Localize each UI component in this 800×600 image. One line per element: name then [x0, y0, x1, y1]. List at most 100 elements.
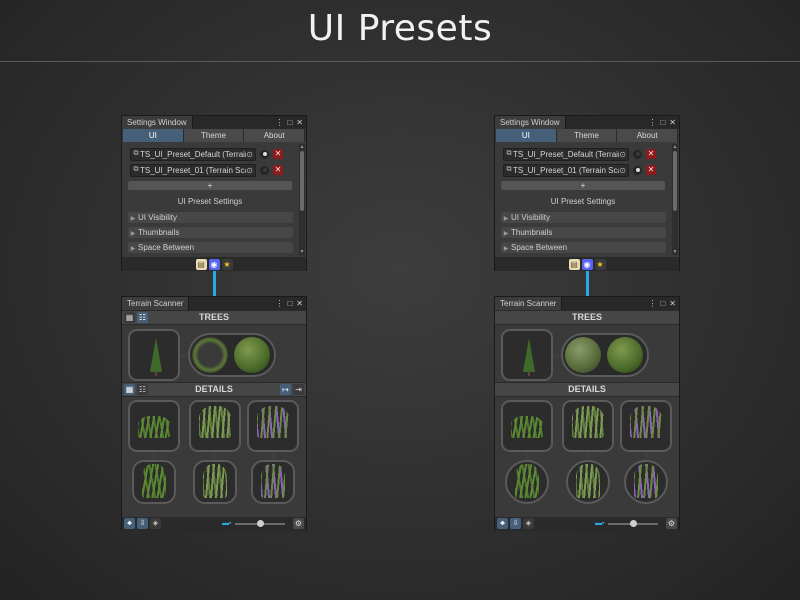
thumbnail-size-icon: ▬▪ — [595, 520, 605, 527]
foldout-thumbnails[interactable]: ▶ Thumbnails — [501, 227, 666, 238]
maximize-icon[interactable]: □ — [287, 118, 292, 127]
tree-thumbnail-bush-group[interactable] — [561, 333, 649, 377]
document-icon[interactable]: ▤ — [195, 258, 207, 270]
delete-preset-button[interactable]: ✕ — [273, 165, 283, 175]
document-icon[interactable]: ▤ — [568, 258, 580, 270]
maximize-icon[interactable]: □ — [287, 299, 292, 308]
detail-thumbnail-grass-short[interactable] — [501, 400, 553, 452]
foldout-ui-visibility[interactable]: ▶ UI Visibility — [501, 212, 666, 223]
tab-about[interactable]: About — [617, 129, 679, 142]
gear-icon[interactable]: ⚙ — [293, 518, 304, 529]
close-icon[interactable]: ✕ — [669, 299, 676, 308]
tree-mode-icon[interactable]: ♣ — [124, 518, 135, 529]
title-divider — [0, 61, 800, 62]
detail-variant-grass-tall[interactable] — [566, 460, 610, 504]
detail-thumbnail-lavender[interactable] — [247, 400, 299, 452]
paint-mode-icon[interactable]: ⇩ — [137, 518, 148, 529]
paint-mode-icon[interactable]: ⇩ — [510, 518, 521, 529]
detail-variant-lavender[interactable] — [251, 460, 295, 504]
foldout-thumbnails[interactable]: ▶ Thumbnails — [128, 227, 293, 238]
object-picker-icon[interactable]: ⊙ — [619, 166, 626, 175]
slider-knob[interactable] — [630, 520, 637, 527]
tab-ui[interactable]: UI — [496, 129, 557, 142]
scanner-window-title[interactable]: Terrain Scanner — [495, 297, 563, 310]
caret-right-icon: ▶ — [130, 216, 136, 222]
kebab-menu-icon[interactable]: ⋮ — [648, 299, 656, 308]
tab-ui[interactable]: UI — [123, 129, 184, 142]
preset-select-radio[interactable] — [633, 149, 642, 159]
kebab-menu-icon[interactable]: ⋮ — [275, 299, 283, 308]
layers-icon[interactable]: ◈ — [150, 518, 161, 529]
discord-icon[interactable]: ◉ — [208, 258, 220, 270]
settings-window: Settings Window ⋮ □ ✕ UI Theme About ⧉ T… — [121, 115, 307, 271]
star-icon[interactable]: ★ — [594, 258, 606, 270]
foldout-space-between[interactable]: ▶ Space Between — [501, 242, 666, 253]
detail-thumbnail-grass-tall[interactable] — [189, 400, 241, 452]
star-icon[interactable]: ★ — [221, 258, 233, 270]
maximize-icon[interactable]: □ — [660, 118, 665, 127]
detail-variant-grass-tall[interactable] — [193, 460, 237, 504]
settings-window-title[interactable]: Settings Window — [495, 116, 566, 129]
bush-thumbnail[interactable] — [192, 337, 228, 373]
kebab-menu-icon[interactable]: ⋮ — [648, 118, 656, 127]
scrollbar[interactable]: ▲ ▼ — [299, 144, 305, 255]
settings-window-title[interactable]: Settings Window — [122, 116, 193, 129]
tree-thumbnail-bush-group[interactable] — [188, 333, 276, 377]
layers-icon[interactable]: ◈ — [523, 518, 534, 529]
detail-thumbnail-grass-short[interactable] — [128, 400, 180, 452]
preset-object-field[interactable]: ⧉ TS_UI_Preset_01 (Terrain Scanner UI Pr… — [503, 163, 629, 177]
tab-theme[interactable]: Theme — [556, 129, 618, 142]
details-header: DETAILS — [495, 382, 679, 397]
scrollbar[interactable]: ▲ ▼ — [672, 144, 678, 255]
bush-thumbnail[interactable] — [565, 337, 601, 373]
preset-select-radio[interactable] — [633, 165, 642, 175]
object-picker-icon[interactable]: ⊙ — [246, 166, 253, 175]
maximize-icon[interactable]: □ — [660, 299, 665, 308]
settings-window: Settings Window ⋮ □ ✕ UI Theme About ⧉ T… — [494, 115, 680, 271]
close-icon[interactable]: ✕ — [296, 118, 303, 127]
delete-preset-button[interactable]: ✕ — [646, 165, 656, 175]
detail-thumbnail-grass-tall[interactable] — [562, 400, 614, 452]
collapse-width-icon[interactable]: ⇥ — [293, 384, 304, 395]
scroll-thumb[interactable] — [300, 151, 304, 211]
gear-icon[interactable]: ⚙ — [666, 518, 677, 529]
preset-object-field[interactable]: ⧉ TS_UI_Preset_Default (Terrain Scanner … — [130, 147, 256, 161]
add-preset-button[interactable]: + — [128, 181, 292, 190]
settings-footer: ▤ ◉ ★ — [122, 257, 306, 271]
foldout-ui-visibility[interactable]: ▶ UI Visibility — [128, 212, 293, 223]
bush-thumbnail[interactable] — [607, 337, 643, 373]
detail-variant-grass-short[interactable] — [505, 460, 549, 504]
preset-row: ⧉ TS_UI_Preset_Default (Terrain Scanner … — [503, 147, 656, 161]
kebab-menu-icon[interactable]: ⋮ — [275, 118, 283, 127]
preset-object-field[interactable]: ⧉ TS_UI_Preset_01 (Terrain Scanner UI Pr… — [130, 163, 256, 177]
discord-icon[interactable]: ◉ — [581, 258, 593, 270]
close-icon[interactable]: ✕ — [669, 118, 676, 127]
tree-mode-icon[interactable]: ♣ — [497, 518, 508, 529]
scroll-thumb[interactable] — [673, 151, 677, 211]
close-icon[interactable]: ✕ — [296, 299, 303, 308]
bush-thumbnail[interactable] — [234, 337, 270, 373]
caret-right-icon: ▶ — [130, 246, 136, 252]
detail-variant-lavender[interactable] — [624, 460, 668, 504]
delete-preset-button[interactable]: ✕ — [273, 149, 283, 159]
tab-theme[interactable]: Theme — [183, 129, 245, 142]
expand-width-icon[interactable]: ↦ — [280, 384, 291, 395]
preset-select-radio[interactable] — [260, 149, 269, 159]
foldout-space-between[interactable]: ▶ Space Between — [128, 242, 293, 253]
scanner-window-title[interactable]: Terrain Scanner — [122, 297, 190, 310]
scanner-window-header: Terrain Scanner ⋮ □ ✕ — [122, 297, 306, 310]
thumbnail-size-icon: ▬▪ — [222, 520, 232, 527]
tab-about[interactable]: About — [244, 129, 306, 142]
preset-object-field[interactable]: ⧉ TS_UI_Preset_Default (Terrain Scanner … — [503, 147, 629, 161]
tree-thumbnail-cypress[interactable] — [128, 329, 180, 381]
add-preset-button[interactable]: + — [501, 181, 665, 190]
delete-preset-button[interactable]: ✕ — [646, 149, 656, 159]
preset-select-radio[interactable] — [260, 165, 269, 175]
detail-variant-grass-short[interactable] — [132, 460, 176, 504]
slider-knob[interactable] — [257, 520, 264, 527]
object-picker-icon[interactable]: ⊙ — [619, 150, 626, 159]
caret-right-icon: ▶ — [130, 231, 136, 237]
object-picker-icon[interactable]: ⊙ — [246, 150, 253, 159]
tree-thumbnail-cypress[interactable] — [501, 329, 553, 381]
detail-thumbnail-lavender[interactable] — [620, 400, 672, 452]
